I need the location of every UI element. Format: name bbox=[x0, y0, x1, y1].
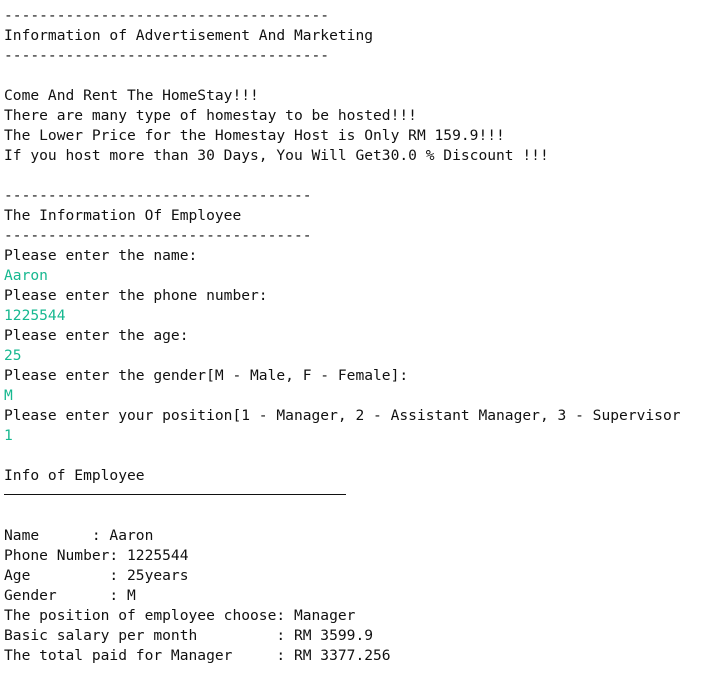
console-output: ------------------------------------- In… bbox=[0, 0, 727, 680]
info-salary: Basic salary per month : RM 3599.9 bbox=[4, 627, 374, 644]
prompt-position: Please enter your position[1 - Manager, … bbox=[4, 407, 681, 424]
input-position[interactable]: 1 bbox=[4, 426, 727, 446]
employee-rule-top: ----------------------------------- bbox=[4, 187, 312, 204]
header-rule-top: ------------------------------------- bbox=[4, 7, 330, 24]
ad-line-2: There are many type of homestay to be ho… bbox=[4, 107, 417, 124]
ad-line-1: Come And Rent The HomeStay!!! bbox=[4, 87, 259, 104]
info-phone: Phone Number: 1225544 bbox=[4, 547, 189, 564]
input-phone[interactable]: 1225544 bbox=[4, 306, 727, 326]
employee-title: The Information Of Employee bbox=[4, 207, 242, 224]
prompt-name: Please enter the name: bbox=[4, 247, 198, 264]
info-underline bbox=[4, 486, 727, 506]
input-age[interactable]: 25 bbox=[4, 346, 727, 366]
input-gender[interactable]: M bbox=[4, 386, 727, 406]
ad-line-4: If you host more than 30 Days, You Will … bbox=[4, 147, 549, 164]
info-name: Name : Aaron bbox=[4, 527, 154, 544]
header-rule-bottom: ------------------------------------- bbox=[4, 47, 330, 64]
info-gender: Gender : M bbox=[4, 587, 136, 604]
employee-rule-bottom: ----------------------------------- bbox=[4, 227, 312, 244]
info-age: Age : 25years bbox=[4, 567, 189, 584]
info-position: The position of employee choose: Manager bbox=[4, 607, 356, 624]
info-title: Info of Employee bbox=[4, 467, 145, 484]
ad-line-3: The Lower Price for the Homestay Host is… bbox=[4, 127, 505, 144]
prompt-gender: Please enter the gender[M - Male, F - Fe… bbox=[4, 367, 409, 384]
header-title: Information of Advertisement And Marketi… bbox=[4, 27, 374, 44]
prompt-phone: Please enter the phone number: bbox=[4, 287, 268, 304]
info-total: The total paid for Manager : RM 3377.256 bbox=[4, 647, 391, 664]
input-name[interactable]: Aaron bbox=[4, 266, 727, 286]
prompt-age: Please enter the age: bbox=[4, 327, 189, 344]
